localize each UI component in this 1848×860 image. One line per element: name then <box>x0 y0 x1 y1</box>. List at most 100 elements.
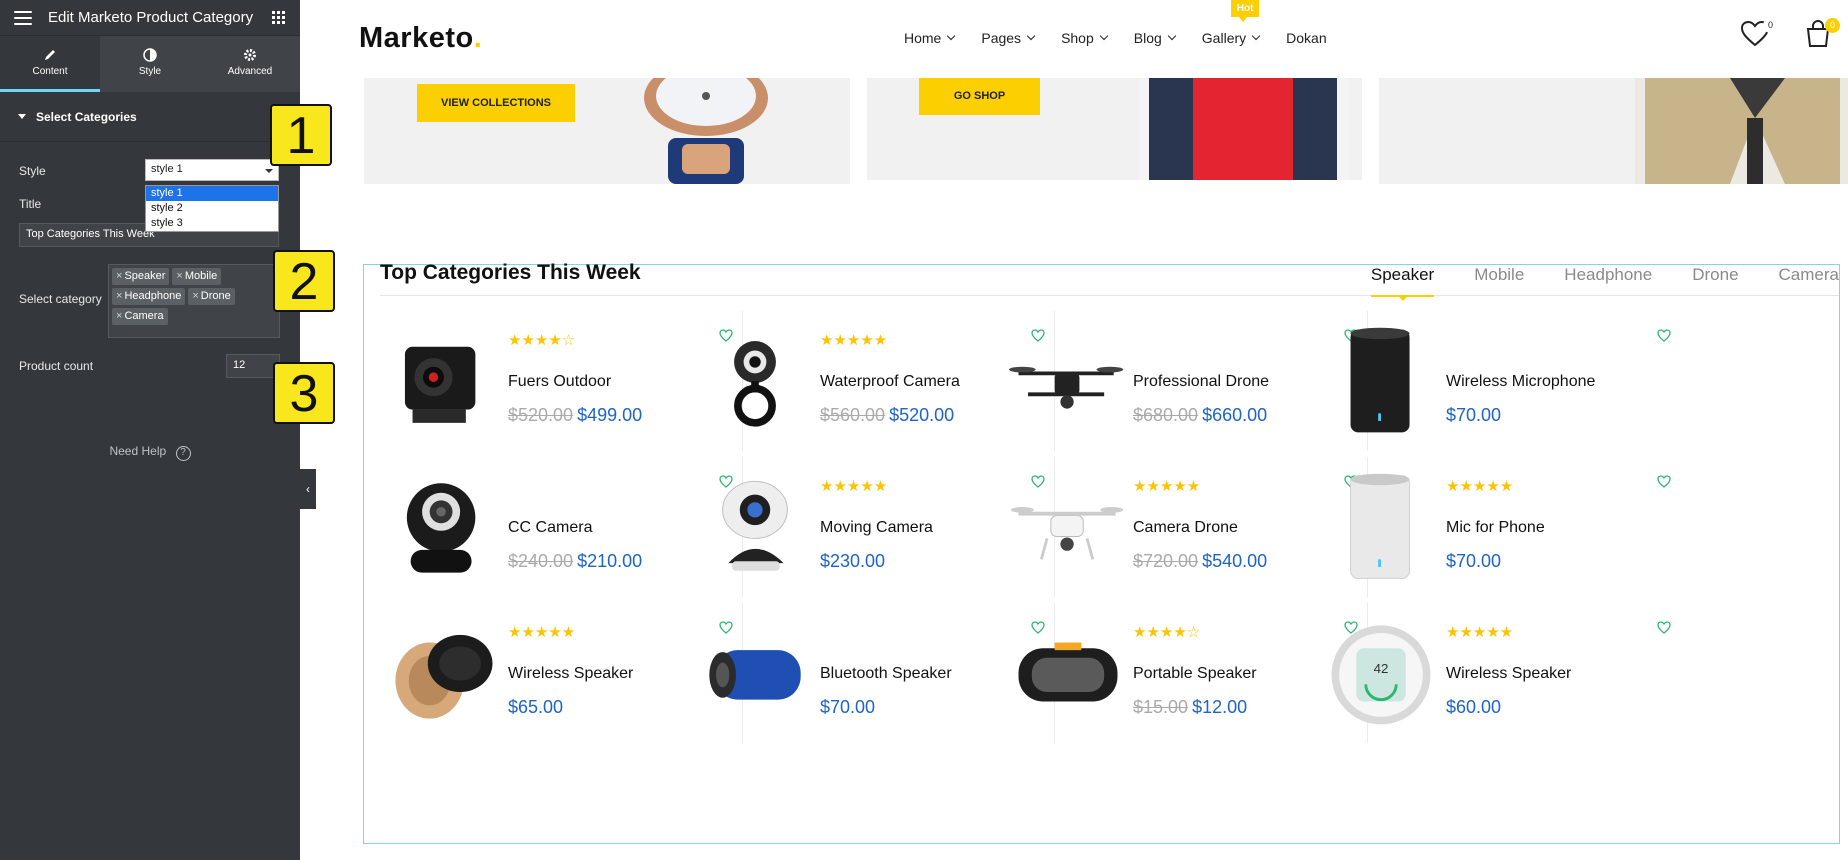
product-image[interactable] <box>384 319 502 443</box>
product-name[interactable]: Professional Drone <box>1133 373 1269 391</box>
tab-speaker[interactable]: Speaker <box>1370 265 1435 301</box>
wishlist-heart-icon[interactable] <box>1657 329 1671 347</box>
category-chip[interactable]: × Drone <box>188 288 235 305</box>
product-name[interactable]: Fuers Outdoor <box>508 373 611 391</box>
product-name[interactable]: Mic for Phone <box>1446 519 1545 537</box>
product-name[interactable]: Wireless Microphone <box>1446 373 1595 391</box>
collapse-panel-button[interactable]: ‹ <box>300 469 316 509</box>
tab-headphone[interactable]: Headphone <box>1564 265 1652 285</box>
category-chip[interactable]: × Mobile <box>172 268 222 285</box>
product-image[interactable] <box>384 611 502 735</box>
product-cylinder-white-image <box>1350 473 1411 579</box>
product-name[interactable]: Moving Camera <box>820 519 933 537</box>
section-select-categories[interactable]: Select Categories <box>0 92 300 142</box>
category-chip[interactable]: × Headphone <box>112 288 186 305</box>
nav-item-blog[interactable]: Blog <box>1133 30 1177 46</box>
product-box-speaker-image <box>1018 642 1118 702</box>
nav-item-dokan[interactable]: Dokan <box>1286 30 1326 46</box>
product-price: $70.00 <box>820 697 875 718</box>
product-image[interactable] <box>696 465 814 589</box>
product-image[interactable] <box>1322 465 1440 589</box>
go-shop-button[interactable]: GO SHOP <box>919 78 1040 115</box>
product-image[interactable] <box>1009 611 1127 735</box>
wishlist-heart-icon[interactable] <box>1657 475 1671 493</box>
current-price: $65.00 <box>508 697 564 717</box>
product-card[interactable]: Wireless Microphone $70.00 <box>1312 311 1681 451</box>
wishlist-heart-icon[interactable] <box>1657 621 1671 639</box>
chevron-down-icon <box>1026 31 1036 41</box>
product-price: $70.00 <box>1446 405 1501 426</box>
remove-icon[interactable]: × <box>176 270 182 282</box>
tab-advanced[interactable]: Advanced <box>200 36 300 92</box>
category-tabs: Speaker Mobile Headphone Drone Camera <box>1370 265 1839 301</box>
chevron-down-icon <box>947 31 956 41</box>
current-price: $660.00 <box>1202 405 1268 425</box>
top-categories-panel: Top Categories This Week Speaker Mobile … <box>363 261 1840 844</box>
product-name[interactable]: Wireless Speaker <box>508 665 633 683</box>
product-webcam-image <box>734 341 776 427</box>
current-price: $210.00 <box>577 551 643 571</box>
category-chip[interactable]: × Camera <box>112 308 168 325</box>
need-help-label: Need Help <box>109 444 167 458</box>
remove-icon[interactable]: × <box>116 270 122 282</box>
current-price: $60.00 <box>1446 697 1502 717</box>
product-name[interactable]: Portable Speaker <box>1133 665 1257 683</box>
svg-text:42: 42 <box>1374 661 1389 676</box>
remove-icon[interactable]: × <box>192 290 198 302</box>
tab-content[interactable]: Content <box>0 36 100 92</box>
product-name[interactable]: CC Camera <box>508 519 592 537</box>
site-logo[interactable]: Marketo. <box>359 22 482 55</box>
step-badge: 2 <box>273 250 335 312</box>
banner-jacket: GO SHOP <box>867 78 1362 180</box>
tab-mobile[interactable]: Mobile <box>1474 265 1524 285</box>
view-collections-button[interactable]: VIEW COLLECTIONS <box>417 84 575 122</box>
nav-item-pages[interactable]: Pages <box>981 30 1036 46</box>
product-price: $65.00 <box>508 697 563 718</box>
product-count-input[interactable]: 12 <box>226 354 280 378</box>
widgets-grid-icon[interactable] <box>272 10 286 25</box>
product-drone-white-image <box>1010 507 1124 560</box>
remove-icon[interactable]: × <box>116 290 122 302</box>
tab-style[interactable]: Style <box>100 36 200 92</box>
product-image[interactable] <box>696 611 814 735</box>
old-price: $680.00 <box>1133 405 1199 425</box>
product-puck-speaker-image <box>395 634 493 719</box>
product-card[interactable]: ★★★★★ Mic for Phone $70.00 <box>1312 457 1681 597</box>
nav-item-home[interactable]: Home <box>904 30 956 46</box>
product-image[interactable]: 42 <box>1322 611 1440 735</box>
style-option[interactable]: style 2 <box>146 201 278 216</box>
style-select[interactable]: style 1 <box>145 159 279 181</box>
product-image[interactable] <box>1009 465 1127 589</box>
product-card[interactable]: 42 ★★★★★ Wireless Speaker $60.00 <box>1312 603 1681 743</box>
category-multiselect[interactable]: × Speaker × Mobile × Headphone × Drone × Came… <box>108 264 280 338</box>
cart-button[interactable]: 0 <box>1804 18 1840 53</box>
hamburger-menu-icon[interactable] <box>14 10 32 25</box>
product-webcam-white-image <box>722 480 788 571</box>
product-image[interactable] <box>1009 319 1127 443</box>
style-select-value: style 1 <box>151 163 183 175</box>
need-help-link[interactable]: Need Help ? <box>0 444 300 461</box>
product-image[interactable] <box>1322 319 1440 443</box>
wishlist-button[interactable]: 0 <box>1740 18 1778 53</box>
remove-icon[interactable]: × <box>116 310 122 322</box>
current-price: $540.00 <box>1202 551 1268 571</box>
tab-camera[interactable]: Camera <box>1779 265 1839 285</box>
product-image[interactable] <box>384 465 502 589</box>
product-image[interactable] <box>696 319 814 443</box>
current-price: $70.00 <box>1446 551 1502 571</box>
category-chip[interactable]: × Speaker <box>112 268 170 285</box>
half-circle-icon <box>143 48 157 62</box>
product-name[interactable]: Camera Drone <box>1133 519 1238 537</box>
nav-item-shop[interactable]: Shop <box>1061 30 1109 46</box>
nav-item-gallery[interactable]: Hot Gallery <box>1202 0 1261 46</box>
product-name[interactable]: Waterproof Camera <box>820 373 960 391</box>
tab-drone[interactable]: Drone <box>1692 265 1738 285</box>
banner-watch: VIEW COLLECTIONS <box>364 78 850 184</box>
pencil-icon <box>45 50 55 60</box>
product-name[interactable]: Wireless Speaker <box>1446 665 1571 683</box>
nav-label: Shop <box>1061 30 1094 46</box>
product-name[interactable]: Bluetooth Speaker <box>820 665 952 683</box>
style-option[interactable]: style 3 <box>146 216 278 231</box>
nav-label: Blog <box>1133 30 1162 46</box>
style-option[interactable]: style 1 <box>146 186 278 201</box>
